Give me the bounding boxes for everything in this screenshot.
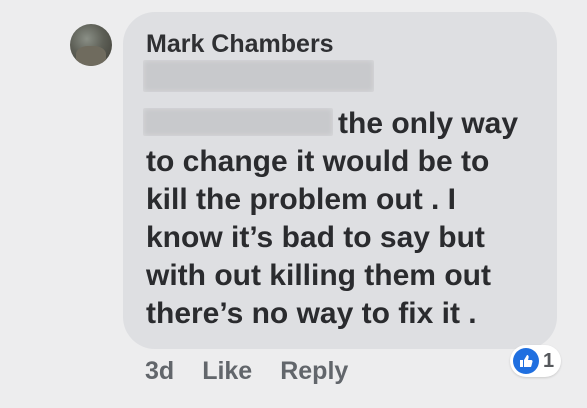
reaction-count: 1	[543, 349, 555, 372]
redacted-text-block	[143, 60, 374, 92]
comment-text-line: the only way	[338, 107, 519, 140]
like-button[interactable]: Like	[202, 357, 252, 386]
comment-text-line: there’s no way to fix it .	[146, 297, 477, 330]
author-name[interactable]: Mark Chambers	[146, 30, 334, 59]
reaction-summary[interactable]: 1	[510, 345, 562, 377]
comment-text-line: to change it would be to	[146, 145, 490, 178]
comment-text-line: kill the problem out . I	[146, 183, 457, 216]
comment-actions: 3d Like Reply	[145, 357, 348, 386]
comment-text-line: with out killing them out	[146, 259, 491, 292]
comment-text-line: know it’s bad to say but	[146, 221, 485, 254]
thumbs-up-icon	[513, 348, 539, 374]
reply-button[interactable]: Reply	[280, 357, 348, 386]
timestamp[interactable]: 3d	[145, 357, 174, 386]
avatar[interactable]	[70, 24, 112, 66]
comment-bubble: Mark Chambers the only way to change it …	[123, 12, 557, 349]
redacted-text-block	[143, 108, 333, 136]
